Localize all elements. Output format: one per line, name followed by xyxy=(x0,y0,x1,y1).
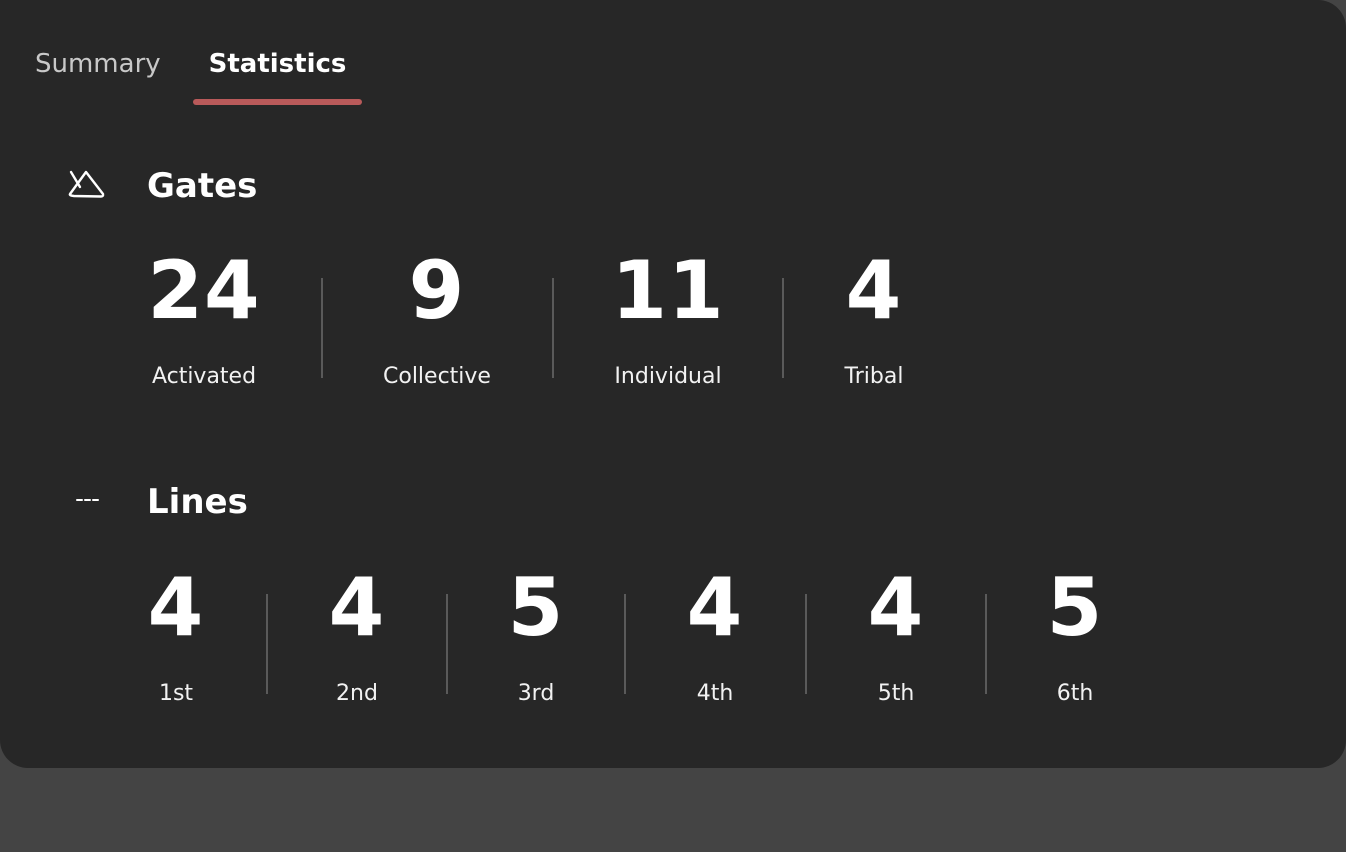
active-tab-indicator xyxy=(193,99,362,105)
stat-label: 6th xyxy=(1056,681,1094,706)
triangle-icon xyxy=(68,170,105,198)
lines-title: Lines xyxy=(147,482,248,522)
stat-value: 5 xyxy=(507,561,565,654)
stat-value: 4 xyxy=(867,561,925,654)
stat-label: 1st xyxy=(158,681,194,706)
divider xyxy=(321,278,323,378)
stat-label: 3rd xyxy=(517,681,555,706)
lines-stat-6th: 5 6th xyxy=(1000,568,1150,708)
stat-value: 4 xyxy=(686,561,744,654)
stat-value: 9 xyxy=(408,244,466,337)
gates-stat-individual: 11 Individual xyxy=(593,251,743,391)
stat-label: Activated xyxy=(151,364,257,389)
divider xyxy=(266,594,268,694)
divider xyxy=(985,594,987,694)
lines-stat-1st: 4 1st xyxy=(101,568,251,708)
statistics-panel: Summary Statistics Gates 24 Activated 9 … xyxy=(0,0,1346,768)
stat-label: 5th xyxy=(877,681,915,706)
stat-value: 4 xyxy=(328,561,386,654)
divider xyxy=(782,278,784,378)
stat-label: Tribal xyxy=(844,364,904,389)
stat-value: 24 xyxy=(147,244,261,337)
lines-stat-5th: 4 5th xyxy=(821,568,971,708)
stat-value: 5 xyxy=(1046,561,1104,654)
tab-statistics[interactable]: Statistics xyxy=(193,48,362,80)
stat-label: Individual xyxy=(614,364,722,389)
lines-stat-2nd: 4 2nd xyxy=(282,568,432,708)
stat-value: 4 xyxy=(845,244,903,337)
gates-stat-activated: 24 Activated xyxy=(129,251,279,391)
divider xyxy=(624,594,626,694)
stat-label: 4th xyxy=(696,681,734,706)
lines-stat-3rd: 5 3rd xyxy=(461,568,611,708)
dashed-line-icon xyxy=(76,499,99,501)
tab-summary[interactable]: Summary xyxy=(35,48,161,80)
divider xyxy=(805,594,807,694)
gates-stat-tribal: 4 Tribal xyxy=(799,251,949,391)
divider xyxy=(446,594,448,694)
stat-label: 2nd xyxy=(336,681,378,706)
gates-title: Gates xyxy=(147,166,258,206)
stat-value: 4 xyxy=(147,561,205,654)
lines-stat-4th: 4 4th xyxy=(640,568,790,708)
divider xyxy=(552,278,554,378)
stat-label: Collective xyxy=(383,364,491,389)
gates-stat-collective: 9 Collective xyxy=(362,251,512,391)
stat-value: 11 xyxy=(611,244,725,337)
